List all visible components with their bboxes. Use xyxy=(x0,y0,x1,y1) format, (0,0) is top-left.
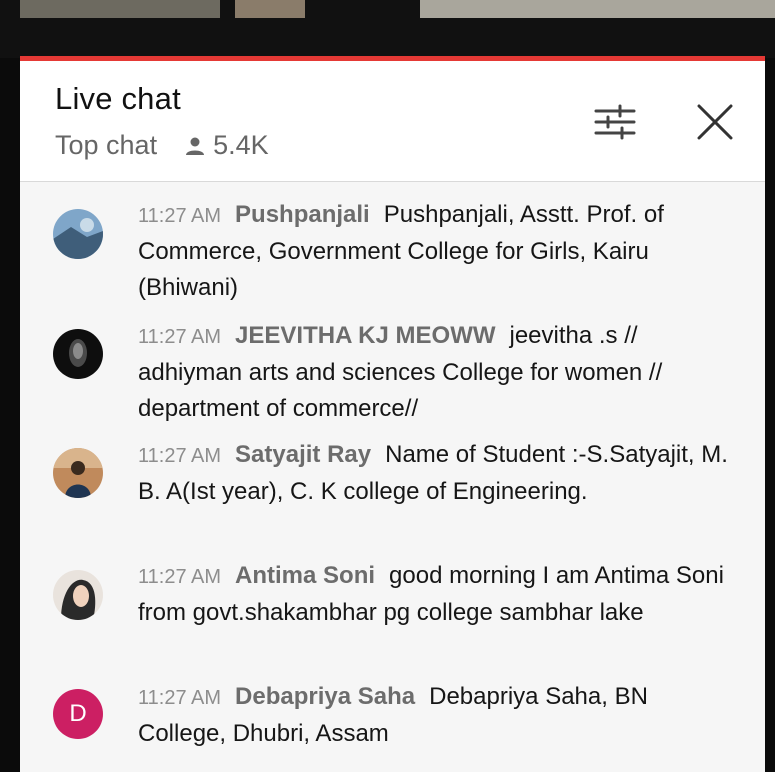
avatar-photo-icon xyxy=(53,329,103,379)
message-author[interactable]: Debapriya Saha xyxy=(235,683,415,710)
close-icon xyxy=(697,104,733,140)
avatar[interactable]: D xyxy=(53,689,103,739)
chat-title: Live chat xyxy=(55,81,181,116)
chat-message-list[interactable]: 11:27 AM Pushpanjali Pushpanjali, Asstt. P… xyxy=(20,182,765,772)
chat-mode-selector[interactable]: Top chat 5.4K xyxy=(55,130,269,161)
viewer-count: 5.4K xyxy=(183,130,269,161)
close-chat-button[interactable] xyxy=(690,97,740,147)
avatar-letter: D xyxy=(69,700,87,727)
avatar[interactable] xyxy=(53,329,103,379)
message-time: 11:27 AM xyxy=(138,566,222,588)
person-icon xyxy=(186,137,205,155)
video-frame-right xyxy=(420,0,775,18)
avatar[interactable] xyxy=(53,570,103,620)
message-time: 11:27 AM xyxy=(138,445,222,467)
avatar-photo-icon xyxy=(53,570,103,620)
chat-mode-label: Top chat xyxy=(55,130,158,160)
message-text: good morning I am Antima Soni from govt.… xyxy=(138,562,724,626)
chat-header: Live chat Top chat 5.4K xyxy=(20,61,765,182)
video-frame-left xyxy=(20,0,220,18)
message-time: 11:27 AM xyxy=(138,326,222,348)
message-author[interactable]: Satyajit Ray xyxy=(235,441,371,468)
message-author[interactable]: Antima Soni xyxy=(235,562,375,589)
live-chat-panel: Live chat Top chat 5.4K 11:27 AM Pushpan… xyxy=(20,61,765,772)
avatar[interactable] xyxy=(53,209,103,259)
message-time: 11:27 AM xyxy=(138,687,222,709)
message-author[interactable]: JEEVITHA KJ MEOWW xyxy=(235,322,495,349)
chat-filter-button[interactable] xyxy=(590,97,640,147)
message-text: Name of Student :-S.Satyajit, M. B. A(Is… xyxy=(138,441,728,505)
video-player-area[interactable] xyxy=(0,0,775,58)
message-time: 11:27 AM xyxy=(138,205,222,227)
avatar[interactable] xyxy=(53,448,103,498)
avatar-photo-icon xyxy=(53,209,103,259)
avatar-photo-icon xyxy=(53,448,103,498)
message-author[interactable]: Pushpanjali xyxy=(235,201,370,228)
viewer-count-value: 5.4K xyxy=(213,130,269,160)
sliders-icon xyxy=(594,104,636,140)
video-frame-center xyxy=(235,0,305,18)
